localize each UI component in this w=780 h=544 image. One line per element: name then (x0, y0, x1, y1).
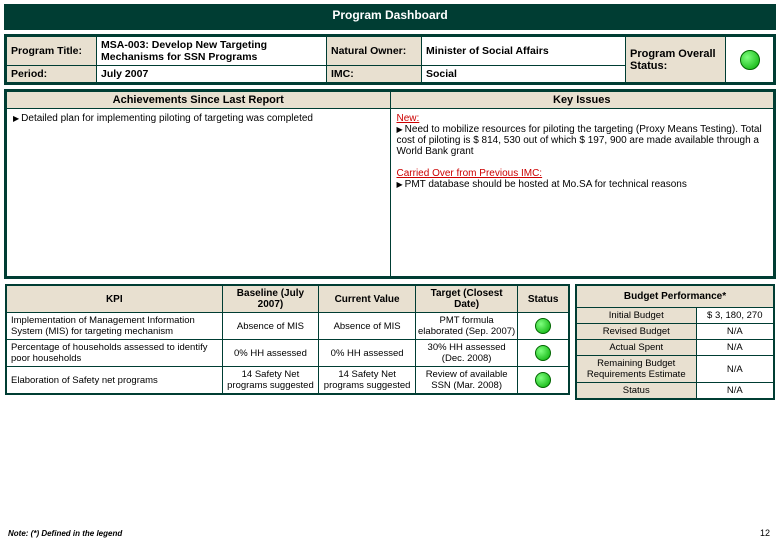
table-row: Initial Budget $ 3, 180, 270 (576, 308, 774, 324)
page-number: 12 (760, 528, 770, 538)
table-row: Elaboration of Safety net programs 14 Sa… (6, 367, 569, 395)
kpi-col-name: KPI (6, 285, 222, 313)
period-label: Period: (7, 66, 97, 83)
kpi-col-status: Status (518, 285, 569, 313)
status-green-icon (535, 372, 551, 388)
kpi-current: 14 Safety Net programs suggested (319, 367, 416, 395)
budget-value: $ 3, 180, 270 (696, 308, 774, 324)
imc-label: IMC: (327, 66, 422, 83)
budget-value: N/A (696, 383, 774, 400)
bullet-icon: ▶ (397, 125, 403, 134)
table-row: Percentage of households assessed to ide… (6, 340, 569, 367)
kpi-col-target: Target (Closest Date) (415, 285, 517, 313)
issue-carried-item: PMT database should be hosted at Mo.SA f… (405, 179, 687, 190)
period-value: July 2007 (97, 66, 327, 83)
status-green-icon (535, 318, 551, 334)
budget-value: N/A (696, 324, 774, 340)
kpi-target: 30% HH assessed (Dec. 2008) (415, 340, 517, 367)
kpi-baseline: 0% HH assessed (222, 340, 319, 367)
budget-header: Budget Performance* (576, 285, 774, 308)
table-row: Implementation of Management Information… (6, 313, 569, 340)
kpi-current: Absence of MIS (319, 313, 416, 340)
budget-table: Budget Performance* Initial Budget $ 3, … (575, 284, 775, 400)
kpi-col-baseline: Baseline (July 2007) (222, 285, 319, 313)
kpi-status (518, 340, 569, 367)
natural-owner-label: Natural Owner: (327, 37, 422, 66)
status-green-icon (740, 50, 760, 70)
kpi-col-current: Current Value (319, 285, 416, 313)
table-row: Status N/A (576, 383, 774, 400)
kpi-table: KPI Baseline (July 2007) Current Value T… (5, 284, 570, 395)
overall-status-value (726, 37, 774, 83)
table-row: Revised Budget N/A (576, 324, 774, 340)
budget-label: Initial Budget (576, 308, 696, 324)
kpi-current: 0% HH assessed (319, 340, 416, 367)
bullet-icon: ▶ (397, 180, 403, 189)
budget-value: N/A (696, 340, 774, 356)
budget-label: Status (576, 383, 696, 400)
issues-new-label: New: (397, 113, 420, 124)
budget-value: N/A (696, 356, 774, 383)
status-green-icon (535, 345, 551, 361)
kpi-baseline: 14 Safety Net programs suggested (222, 367, 319, 395)
natural-owner-value: Minister of Social Affairs (422, 37, 626, 66)
kpi-status (518, 313, 569, 340)
budget-label: Remaining Budget Requirements Estimate (576, 356, 696, 383)
key-issues-body: New: ▶Need to mobilize resources for pil… (390, 109, 774, 277)
program-title-value: MSA-003: Develop New Targeting Mechanism… (97, 37, 327, 66)
header-table: Program Title: MSA-003: Develop New Targ… (6, 36, 774, 83)
issue-new-item: Need to mobilize resources for piloting … (397, 124, 762, 157)
table-row: Actual Spent N/A (576, 340, 774, 356)
program-title-label: Program Title: (7, 37, 97, 66)
kpi-name: Elaboration of Safety net programs (6, 367, 222, 395)
kpi-name: Implementation of Management Information… (6, 313, 222, 340)
achievements-header: Achievements Since Last Report (7, 92, 391, 109)
achievements-body: ▶Detailed plan for implementing piloting… (7, 109, 391, 277)
footnote: Note: (*) Defined in the legend (8, 529, 122, 538)
kpi-name: Percentage of households assessed to ide… (6, 340, 222, 367)
bullet-icon: ▶ (13, 114, 19, 123)
kpi-target: Review of available SSN (Mar. 2008) (415, 367, 517, 395)
budget-label: Revised Budget (576, 324, 696, 340)
mid-section-table: Achievements Since Last Report Key Issue… (6, 91, 774, 277)
key-issues-header: Key Issues (390, 92, 774, 109)
kpi-status (518, 367, 569, 395)
dashboard-title: Program Dashboard (6, 6, 774, 28)
achievement-item: Detailed plan for implementing piloting … (21, 113, 313, 124)
kpi-target: PMT formula elaborated (Sep. 2007) (415, 313, 517, 340)
budget-label: Actual Spent (576, 340, 696, 356)
imc-value: Social (422, 66, 626, 83)
table-row: Remaining Budget Requirements Estimate N… (576, 356, 774, 383)
overall-status-label: Program Overall Status: (626, 37, 726, 83)
issues-carried-label: Carried Over from Previous IMC: (397, 168, 543, 179)
kpi-baseline: Absence of MIS (222, 313, 319, 340)
